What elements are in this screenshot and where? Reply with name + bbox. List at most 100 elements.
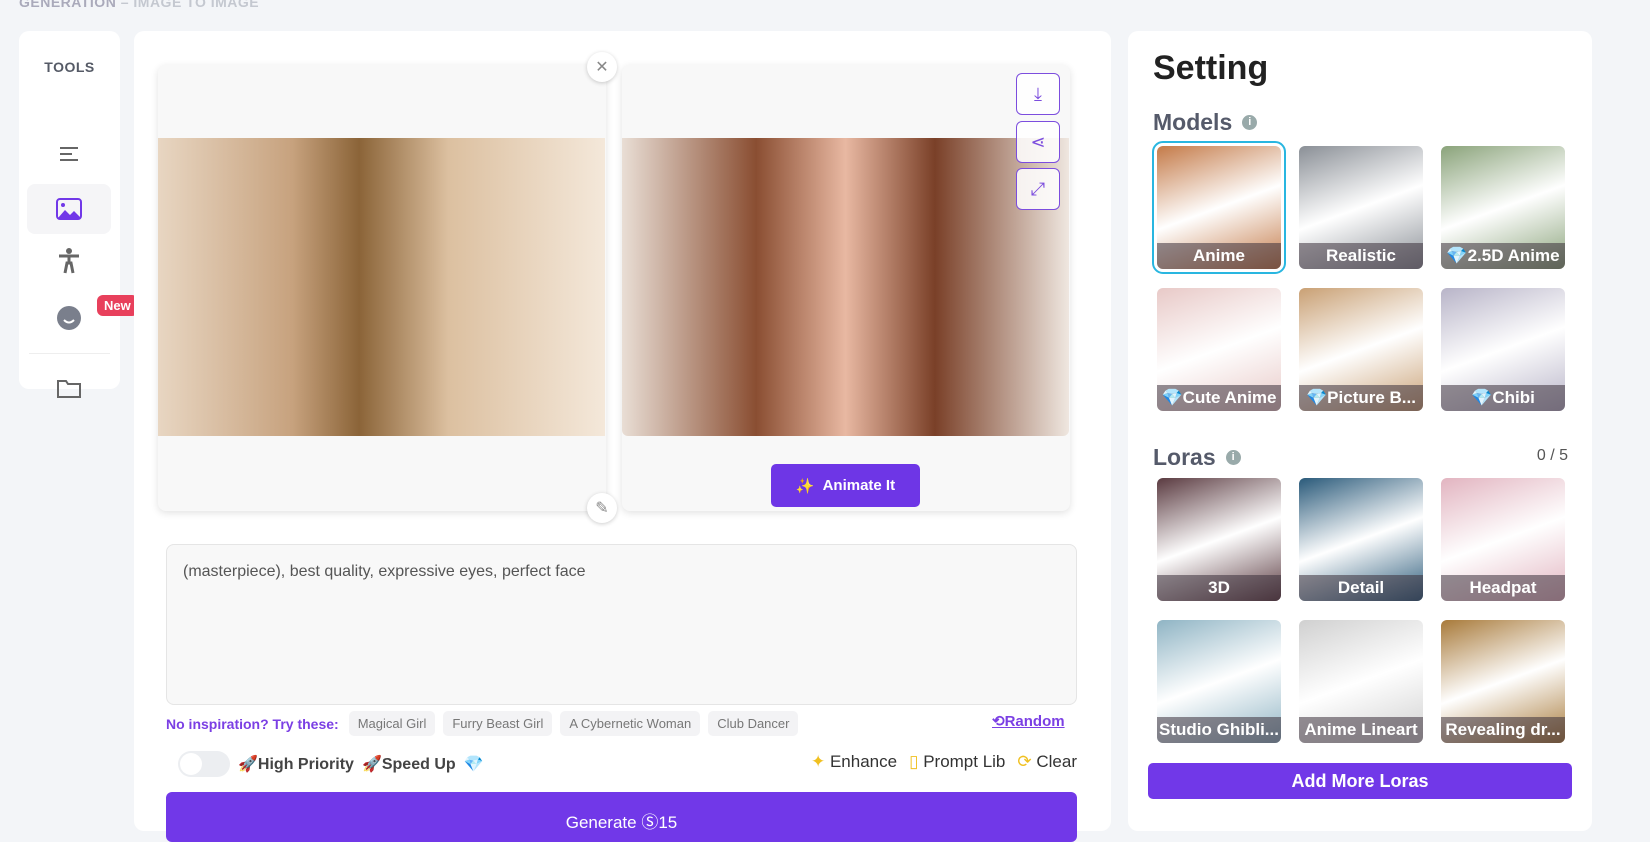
diamond-icon: 💎: [463, 756, 484, 773]
tool-text-button[interactable]: [27, 129, 111, 179]
suggestion-chip[interactable]: Furry Beast Girl: [443, 711, 553, 736]
lora-card-label: Detail: [1299, 575, 1423, 601]
model-card-label: 💎Chibi: [1441, 385, 1565, 411]
model-card[interactable]: Realistic: [1299, 146, 1423, 269]
model-card[interactable]: Anime: [1152, 141, 1286, 274]
lora-card-label: Headpat: [1441, 575, 1565, 601]
lora-card-name: Revealing dr...: [1445, 720, 1561, 739]
breadcrumb: GENERATION – IMAGE TO IMAGE: [19, 0, 259, 10]
suggestion-chip[interactable]: Club Dancer: [708, 711, 799, 736]
book-icon: ▯: [909, 752, 919, 771]
text-icon: [60, 147, 78, 161]
suggestion-chip[interactable]: Magical Girl: [348, 711, 436, 736]
info-icon[interactable]: i: [1225, 450, 1241, 465]
magic-wand-icon: ✨: [795, 477, 815, 495]
lora-card-name: Detail: [1337, 578, 1385, 597]
breadcrumb-page: IMAGE TO IMAGE: [133, 0, 260, 10]
model-card-label: 💎2.5D Anime: [1441, 243, 1565, 269]
model-card[interactable]: 💎2.5D Anime: [1441, 146, 1565, 269]
breadcrumb-separator: –: [120, 0, 129, 10]
image-icon: [56, 198, 82, 220]
diamond-icon: 💎: [1161, 388, 1183, 407]
lora-card-name: Anime Lineart: [1304, 720, 1418, 739]
models-heading: Models i: [1153, 109, 1258, 136]
animate-button[interactable]: ✨ Animate It: [771, 464, 920, 507]
model-card-label: Anime: [1157, 243, 1281, 269]
expand-icon: ⤢: [1030, 178, 1046, 199]
refresh-icon: ⟳: [1017, 752, 1032, 771]
inspiration-row: No inspiration? Try these: Magical Girl …: [166, 711, 799, 736]
pencil-icon: ✎: [595, 500, 609, 517]
random-label: Random: [1004, 713, 1065, 730]
inspiration-label: No inspiration? Try these:: [166, 715, 339, 732]
clear-label: Clear: [1036, 752, 1077, 771]
diamond-icon: 💎: [1471, 388, 1493, 407]
model-card-label: 💎Cute Anime: [1157, 385, 1281, 411]
diamond-icon: 💎: [1306, 388, 1328, 407]
model-card-name: 2.5D Anime: [1467, 246, 1560, 265]
lora-card-name: Studio Ghibli...: [1159, 720, 1279, 739]
coin-icon: Ⓢ: [641, 813, 659, 832]
model-card-label: Realistic: [1299, 243, 1423, 269]
lora-card-label: Revealing dr...: [1441, 717, 1565, 743]
model-card-label: 💎Picture B...: [1299, 385, 1423, 411]
sparkle-icon: ✦: [810, 752, 826, 771]
generate-button[interactable]: Generate Ⓢ15: [166, 792, 1077, 842]
prompt-lib-label: Prompt Lib: [923, 752, 1006, 771]
lora-card[interactable]: Detail: [1299, 478, 1423, 601]
model-card[interactable]: 💎Picture B...: [1299, 288, 1423, 411]
loras-label: Loras: [1153, 444, 1216, 470]
clear-button[interactable]: ⟳ Clear: [1017, 752, 1077, 772]
priority-options: 🚀High Priority 🚀Speed Up 💎: [178, 751, 484, 777]
model-card[interactable]: 💎Chibi: [1441, 288, 1565, 411]
enhance-button[interactable]: ✦ Enhance: [811, 752, 897, 772]
lora-card-label: Studio Ghibli...: [1157, 717, 1281, 743]
face-icon: [57, 306, 81, 330]
enhance-label: Enhance: [829, 752, 898, 771]
fullscreen-button[interactable]: ⤢: [1016, 168, 1060, 210]
close-button[interactable]: ✕: [587, 52, 617, 82]
divider: [29, 353, 110, 354]
model-card[interactable]: 💎Cute Anime: [1157, 288, 1281, 411]
prompt-input[interactable]: (masterpiece), best quality, expressive …: [166, 544, 1077, 705]
edit-button[interactable]: ✎: [587, 493, 617, 523]
lora-card-name: 3D: [1208, 578, 1230, 597]
animate-label: Animate It: [822, 477, 896, 494]
model-card-name: Realistic: [1326, 246, 1396, 265]
model-card-name: Cute Anime: [1182, 388, 1277, 407]
lora-card-label: 3D: [1157, 575, 1281, 601]
lora-card[interactable]: Studio Ghibli...: [1157, 620, 1281, 743]
result-image: [622, 138, 1069, 436]
tool-pose-button[interactable]: [27, 236, 111, 286]
model-card-name: Picture B...: [1327, 388, 1416, 407]
suggestion-chip[interactable]: A Cybernetic Woman: [560, 711, 701, 736]
lora-card-label: Anime Lineart: [1299, 717, 1423, 743]
new-badge: New: [97, 295, 138, 316]
prompt-actions: ✦ Enhance ▯ Prompt Lib ⟳ Clear: [811, 752, 1077, 772]
lora-card-name: Headpat: [1469, 578, 1537, 597]
download-button[interactable]: ⤓: [1016, 73, 1060, 115]
tools-sidebar: TOOLS New: [19, 31, 138, 398]
close-icon: ✕: [595, 59, 609, 76]
model-card-name: Anime: [1193, 246, 1245, 265]
diamond-icon: 💎: [1446, 246, 1468, 265]
share-button[interactable]: ⋖: [1016, 121, 1060, 163]
lora-card[interactable]: 3D: [1157, 478, 1281, 601]
tools-title: TOOLS: [44, 59, 95, 75]
prompt-lib-button[interactable]: ▯ Prompt Lib: [909, 752, 1005, 772]
generate-cost: 15: [658, 813, 678, 832]
add-more-loras-button[interactable]: Add More Loras: [1148, 763, 1572, 799]
speed-up-label: 🚀Speed Up: [361, 756, 456, 773]
lora-card[interactable]: Headpat: [1441, 478, 1565, 601]
high-priority-toggle[interactable]: [178, 751, 230, 777]
share-icon: ⋖: [1030, 131, 1046, 152]
models-label: Models: [1153, 109, 1233, 135]
pose-icon: [59, 248, 79, 274]
random-link[interactable]: ⟲Random: [992, 712, 1065, 730]
tool-folder-button[interactable]: [27, 363, 111, 413]
lora-card[interactable]: Anime Lineart: [1299, 620, 1423, 743]
info-icon[interactable]: i: [1242, 115, 1258, 130]
generate-label: Generate: [565, 813, 637, 832]
tool-image-button[interactable]: [27, 184, 111, 234]
lora-card[interactable]: Revealing dr...: [1441, 620, 1565, 743]
